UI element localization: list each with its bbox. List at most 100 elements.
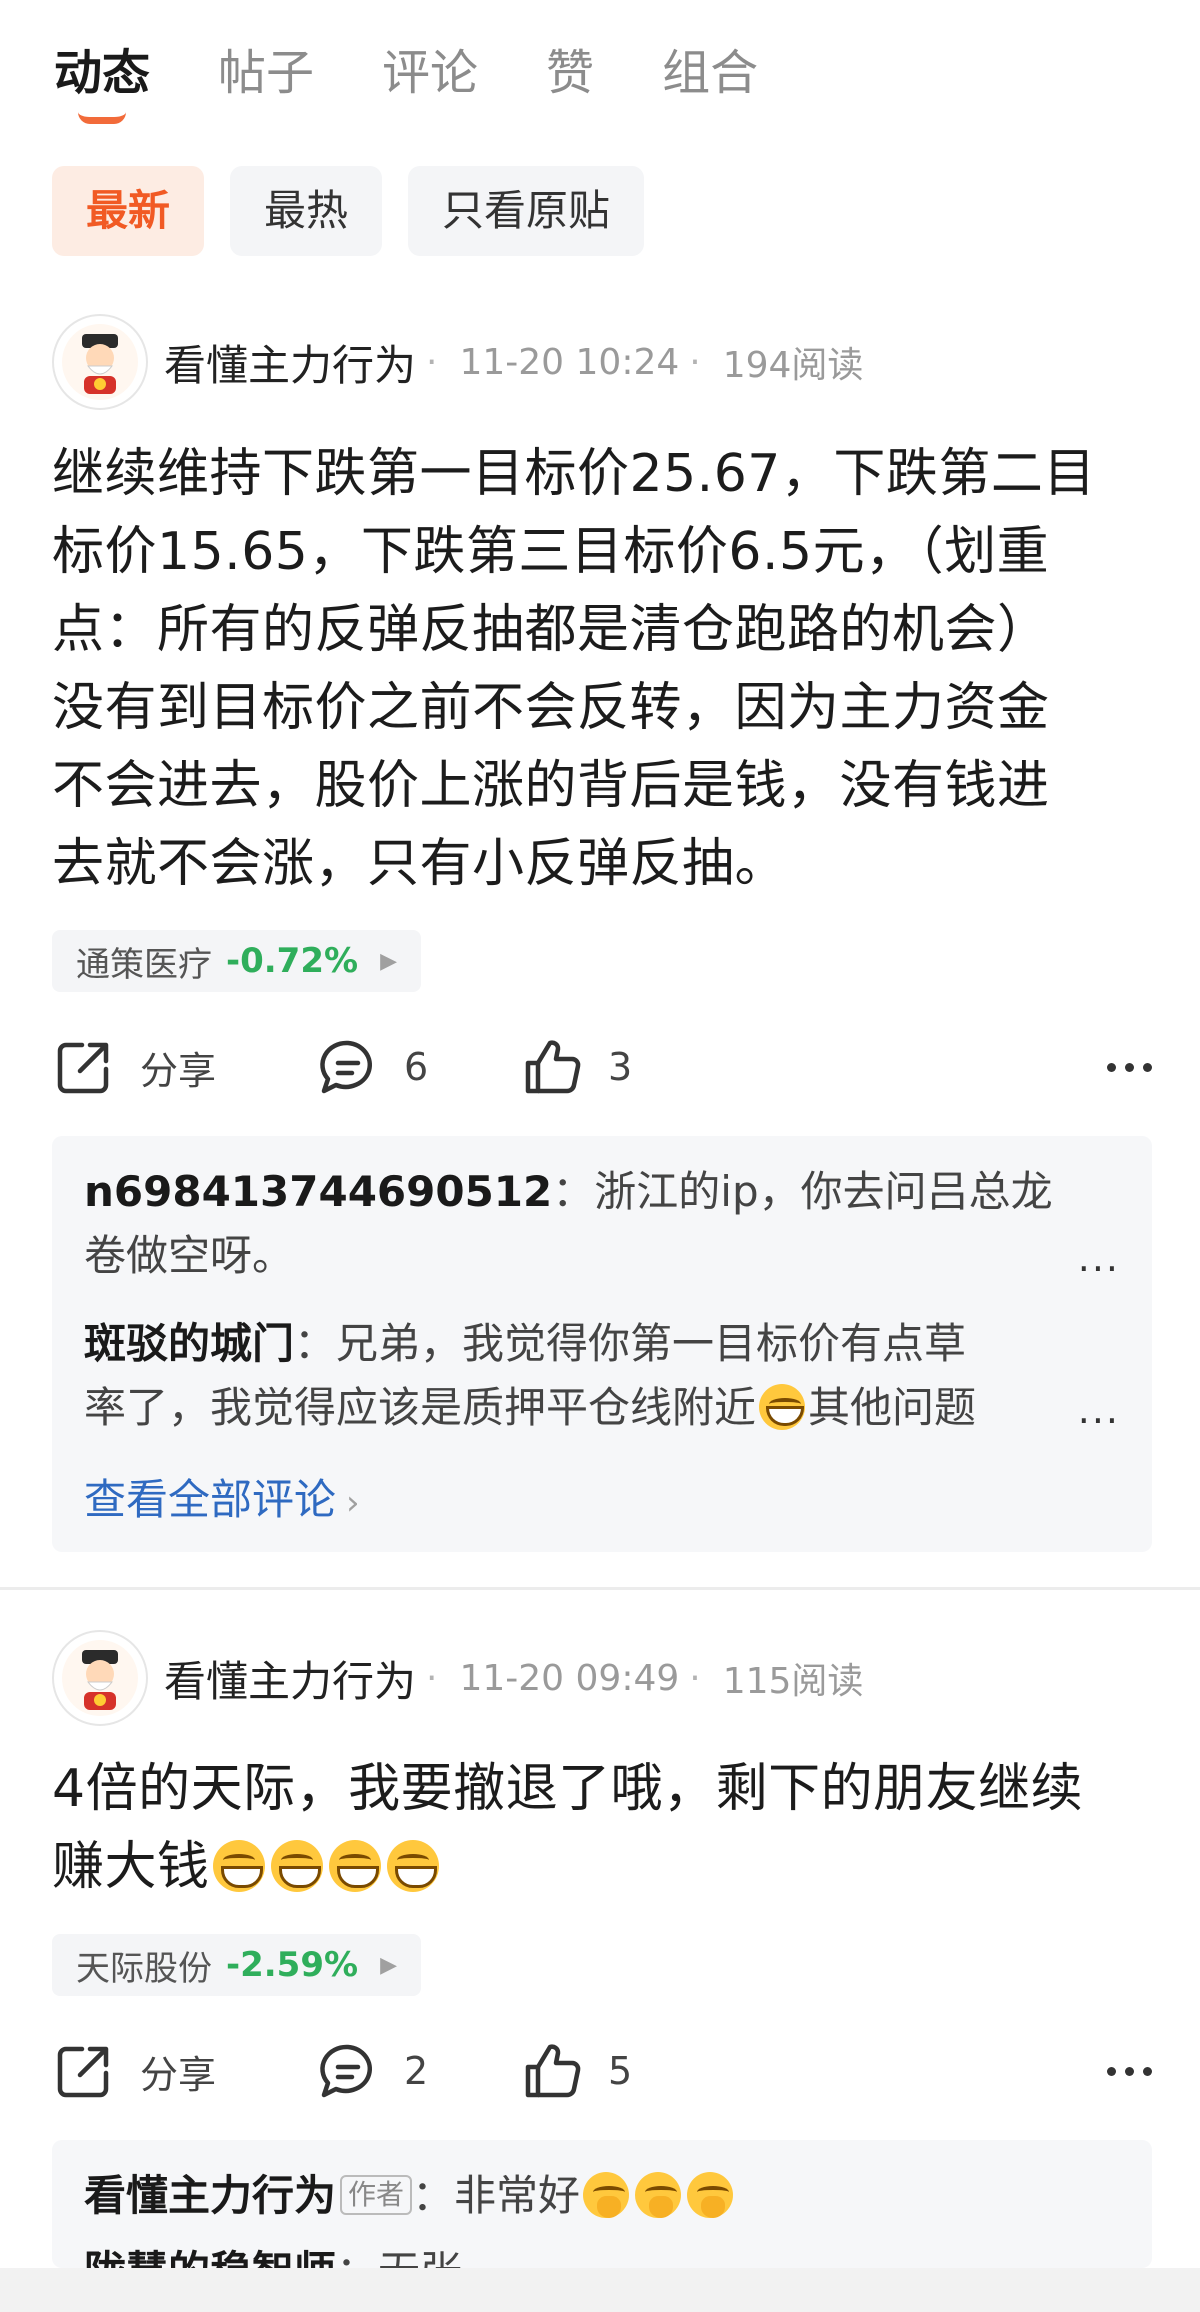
comment-text: 无张	[378, 2247, 462, 2268]
comment-text: 兄弟，我觉得你第一目标价有点草	[336, 1319, 967, 1368]
author-badge: 作者	[340, 2175, 413, 2215]
avatar[interactable]	[52, 314, 148, 410]
filter-chips: 最新 最热 只看原贴	[52, 166, 645, 256]
post-actions: 分享 2 5	[52, 2031, 1152, 2111]
comment-text: 非常好	[454, 2171, 581, 2220]
comment-count: 6	[404, 1045, 429, 1089]
comment-text: 其他问题	[808, 1383, 977, 1432]
separator-dot: ·	[689, 1657, 701, 1699]
top-tabs: 动态 帖子 评论 赞 组合	[54, 38, 826, 124]
comment-text: 卷做空呀。	[84, 1231, 295, 1280]
chevron-right-icon: ›	[346, 1483, 360, 1523]
filter-hottest[interactable]: 最热	[230, 166, 383, 256]
comment-separator: ：	[336, 2247, 378, 2268]
post-actions: 分享 6 3	[52, 1027, 1152, 1107]
grin-emoji	[328, 1840, 381, 1892]
content-line: 继续维持下跌第一目标价25.67，下跌第二目	[52, 444, 1096, 504]
post-header: 看懂主力行为 · 11-20 09:49 · 115阅读	[52, 1630, 863, 1726]
comment-button[interactable]: 2	[316, 2039, 428, 2103]
stock-change: -2.59%	[226, 1945, 359, 1985]
bottom-bar	[0, 2268, 1200, 2312]
stock-name: 通策医疗	[76, 944, 212, 985]
stock-tag[interactable]: 通策医疗 -0.72% ▶	[52, 930, 421, 992]
comment-separator: ：	[294, 1319, 337, 1368]
comment-text: 率了，我觉得应该是质押平仓线附近	[84, 1383, 757, 1432]
more-icon[interactable]	[1107, 1062, 1152, 1072]
post-header: 看懂主力行为 · 11-20 10:24 · 194阅读	[52, 314, 863, 410]
tab-comments[interactable]: 评论	[382, 38, 478, 108]
tab-label: 评论	[382, 45, 479, 101]
share-button[interactable]: 分享	[52, 2039, 216, 2103]
post-content[interactable]: 4倍的天际，我要撤退了哦，剩下的朋友继续 赚大钱	[52, 1750, 1152, 1906]
read-count: 194阅读	[722, 345, 864, 386]
content-text: 赚大钱	[52, 1837, 210, 1897]
author-name[interactable]: 看懂主力行为	[164, 332, 416, 393]
tab-label: 帖子	[218, 45, 315, 101]
hand-over-mouth-emoji	[583, 2172, 630, 2218]
stock-change: -0.72%	[226, 941, 359, 981]
read-count: 115阅读	[722, 1661, 864, 1702]
caret-right-icon: ▶	[380, 1952, 397, 1978]
comment-item-continued: 率了，我觉得应该是质押平仓线附近 其他问题	[84, 1376, 1104, 1440]
comment-button[interactable]: 6	[316, 1035, 428, 1099]
avatar-image	[62, 1640, 138, 1716]
post-content[interactable]: 继续维持下跌第一目标价25.67，下跌第二目 标价15.65，下跌第三目标价6.…	[52, 435, 1152, 903]
share-icon	[57, 2046, 109, 2098]
comment-separator: ：	[552, 1167, 595, 1216]
more-icon[interactable]	[1107, 2066, 1152, 2076]
grin-emoji	[212, 1840, 265, 1892]
share-label: 分享	[140, 1048, 217, 1093]
like-count: 3	[608, 1045, 633, 1089]
caret-right-icon: ▶	[380, 948, 397, 974]
comment-preview[interactable]: n698413744690512：浙江的ip，你去问吕总龙 卷做空呀。 ... …	[52, 1136, 1152, 1552]
thumbs-up-icon	[525, 2044, 581, 2098]
hand-over-mouth-emoji	[635, 2172, 682, 2218]
like-button[interactable]: 3	[520, 1035, 632, 1099]
tab-label: 赞	[546, 45, 595, 101]
like-count: 5	[608, 2049, 633, 2093]
tab-dynamic[interactable]: 动态	[54, 38, 151, 124]
ellipsis: ...	[1077, 1236, 1120, 1280]
author-name[interactable]: 看懂主力行为	[164, 1648, 416, 1709]
comment-icon	[320, 2044, 373, 2098]
tab-label: 动态	[54, 45, 151, 101]
grin-emoji	[386, 1840, 439, 1892]
share-icon	[57, 1042, 109, 1094]
filter-latest[interactable]: 最新	[52, 166, 205, 256]
tab-likes[interactable]: 赞	[546, 38, 594, 108]
comment-item[interactable]: n698413744690512：浙江的ip，你去问吕总龙	[84, 1160, 1104, 1224]
share-label: 分享	[140, 2052, 217, 2097]
post-time: 11-20 09:49	[459, 1657, 680, 1699]
comment-user[interactable]: 看懂主力行为	[84, 2171, 336, 2220]
active-tab-indicator	[78, 112, 126, 124]
comment-count: 2	[404, 2049, 429, 2093]
comment-item[interactable]: 看懂主力行为 作者 ：非常好	[84, 2164, 1104, 2228]
grin-emoji	[270, 1840, 323, 1892]
like-button[interactable]: 5	[520, 2039, 632, 2103]
comment-item[interactable]: 斑驳的城门：兄弟，我觉得你第一目标价有点草	[84, 1312, 1104, 1376]
tab-portfolio[interactable]: 组合	[662, 38, 758, 108]
comment-item-continued: 卷做空呀。	[84, 1224, 1104, 1288]
post-divider	[0, 1587, 1200, 1590]
comment-user[interactable]: n698413744690512	[84, 1167, 552, 1216]
hand-over-mouth-emoji	[687, 2172, 734, 2218]
tab-posts[interactable]: 帖子	[218, 38, 314, 108]
comment-user[interactable]: 陇慧的稳智师	[84, 2247, 336, 2268]
content-line: 没有到目标价之前不会反转，因为主力资金	[52, 678, 1050, 738]
separator-dot: ·	[426, 341, 438, 383]
content-line: 点：所有的反弹反抽都是清仓跑路的机会）	[52, 600, 1050, 660]
comment-preview[interactable]: 看懂主力行为作者：非常好 陇慧的稳智师：无张	[52, 2140, 1152, 2268]
filter-original-only[interactable]: 只看原贴	[408, 166, 645, 256]
content-line: 赚大钱	[52, 1828, 1152, 1906]
share-button[interactable]: 分享	[52, 1035, 216, 1099]
content-line: 不会进去，股价上涨的背后是钱，没有钱进	[52, 756, 1050, 816]
avatar[interactable]	[52, 1630, 148, 1726]
stock-tag[interactable]: 天际股份 -2.59% ▶	[52, 1934, 421, 1996]
view-all-comments-link[interactable]: 查看全部评论 ›	[84, 1466, 360, 1527]
thumbs-up-icon	[525, 1040, 581, 1094]
comment-icon	[320, 1040, 373, 1094]
tab-label: 组合	[662, 45, 759, 101]
grin-emoji	[759, 1384, 806, 1430]
comment-item[interactable]: 陇慧的稳智师：无张	[84, 2240, 1104, 2268]
comment-user[interactable]: 斑驳的城门	[84, 1319, 294, 1368]
